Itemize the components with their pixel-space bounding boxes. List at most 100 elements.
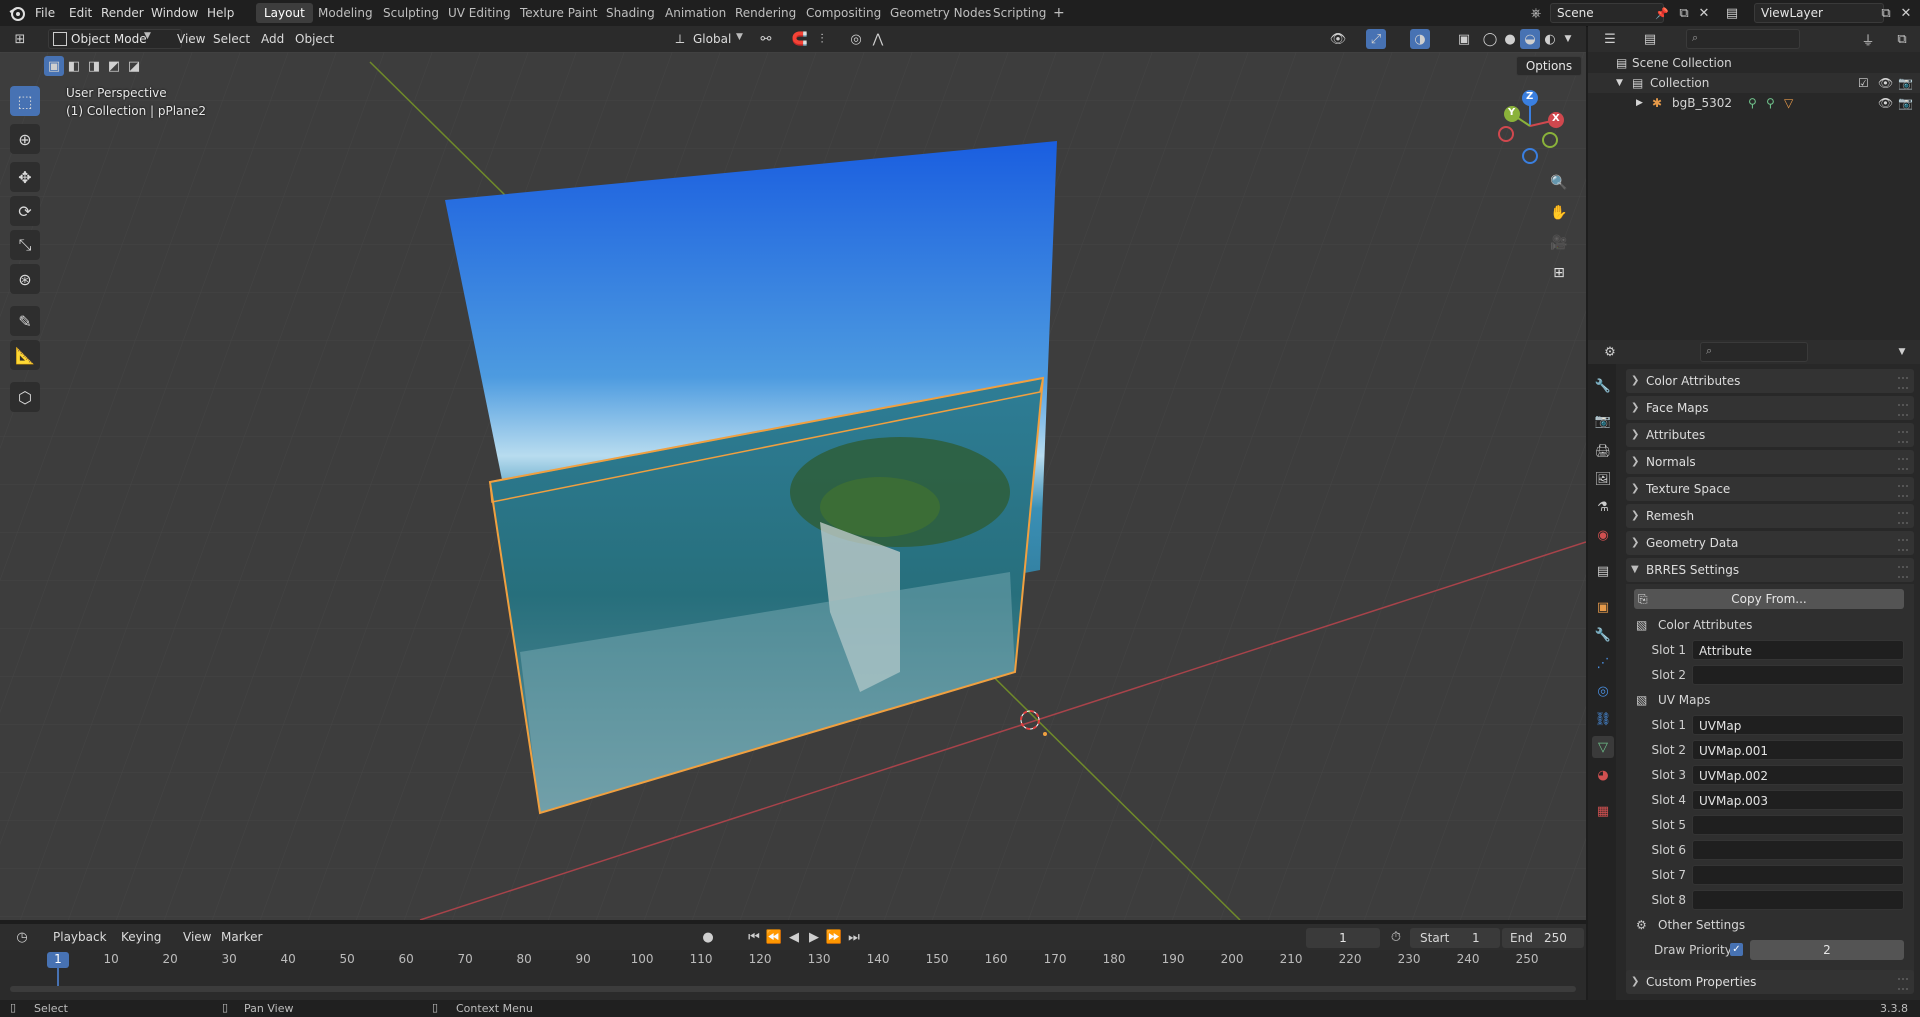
texture-tab-icon[interactable]: ▦ <box>1592 800 1614 822</box>
orientation-selector[interactable]: Global <box>686 26 738 52</box>
menu-help[interactable]: Help <box>200 0 241 26</box>
gizmo-toggle-icon[interactable]: ⤢ <box>1366 29 1386 49</box>
new-collection-icon[interactable]: ⧉ <box>1892 29 1912 49</box>
menu-render[interactable]: Render <box>94 0 151 26</box>
properties-editor-icon[interactable]: ⚙ <box>1600 342 1620 362</box>
object-tab-icon[interactable]: ▣ <box>1592 596 1614 618</box>
copy-from-button[interactable]: Copy From... <box>1634 589 1904 609</box>
play-reverse-icon[interactable]: ◀ <box>784 927 804 947</box>
shading-options-icon[interactable]: ▼ <box>1558 29 1578 49</box>
select-intersect-icon[interactable]: ◪ <box>124 56 144 76</box>
tab-animation[interactable]: Animation <box>657 3 734 23</box>
menu-window[interactable]: Window <box>144 0 205 26</box>
render-camera-icon[interactable]: 📷 <box>1898 73 1913 93</box>
overlay-toggle-icon[interactable]: ◑ <box>1410 29 1430 49</box>
mesh-data-icon[interactable]: ▽ <box>1784 93 1793 113</box>
outliner-search-input[interactable] <box>1686 29 1800 49</box>
drag-grip-icon[interactable] <box>1898 512 1908 524</box>
outliner-row-bgb-5302[interactable]: ▶ ✱ bgB_5302 ⚲ ⚲ ▽ 👁 📷 <box>1588 93 1920 113</box>
add-workspace-button[interactable]: + <box>1045 3 1073 23</box>
cursor-tool[interactable]: ⊕ <box>10 124 40 154</box>
visibility-toggle-icon[interactable]: 👁 <box>1328 29 1348 49</box>
snap-icon[interactable]: 🧲 <box>790 29 810 49</box>
annotate-tool[interactable]: ✎ <box>10 306 40 336</box>
panel-texture-space[interactable]: ❯ Texture Space <box>1626 477 1914 501</box>
select-subtract-icon[interactable]: ◨ <box>84 56 104 76</box>
tool-tab-icon[interactable]: 🔧 <box>1592 375 1614 397</box>
bone-icon[interactable]: ⚲ <box>1766 93 1775 113</box>
view-layer-field[interactable]: ViewLayer <box>1754 3 1884 23</box>
timeline-menu-marker[interactable]: Marker <box>214 924 269 950</box>
stopwatch-icon[interactable]: ⏱ <box>1386 927 1406 947</box>
render-tab-icon[interactable]: 📷 <box>1592 410 1614 432</box>
timeline-scrollbar[interactable] <box>10 986 1576 992</box>
editor-type-icon[interactable]: ⊞ <box>10 29 30 49</box>
material-tab-icon[interactable]: ◕ <box>1592 764 1614 786</box>
mode-selector[interactable]: Object Mode <box>48 29 182 49</box>
3d-viewport[interactable] <box>0 52 1586 920</box>
blender-logo-icon[interactable] <box>8 4 26 22</box>
wireframe-shading-icon[interactable]: ◯ <box>1480 29 1500 49</box>
drag-grip-icon[interactable] <box>1898 431 1908 443</box>
select-invert-icon[interactable]: ◩ <box>104 56 124 76</box>
world-tab-icon[interactable]: ◉ <box>1592 524 1614 546</box>
panel-color-attributes[interactable]: ❯ Color Attributes <box>1626 369 1914 393</box>
tab-sculpting[interactable]: Sculpting <box>375 3 447 23</box>
scene-name-field[interactable]: Scene <box>1550 3 1664 23</box>
mesh-data-tab-icon[interactable]: ▽ <box>1592 736 1614 758</box>
panel-remesh[interactable]: ❯ Remesh <box>1626 504 1914 528</box>
outliner-display-mode-icon[interactable]: ▤ <box>1640 29 1660 49</box>
new-view-layer-icon[interactable]: ⧉ <box>1876 3 1896 23</box>
vp-menu-select[interactable]: Select <box>206 26 257 52</box>
timeline-menu-playback[interactable]: Playback <box>46 924 114 950</box>
drag-grip-icon[interactable] <box>1898 539 1908 551</box>
move-tool[interactable]: ✥ <box>10 162 40 192</box>
panel-attributes[interactable]: ❯ Attributes <box>1626 423 1914 447</box>
new-scene-icon[interactable]: ⧉ <box>1674 3 1694 23</box>
outliner-row-scene-collection[interactable]: ▤ Scene Collection <box>1588 53 1920 73</box>
draw-priority-field[interactable]: 2 <box>1750 940 1904 960</box>
checkbox-icon[interactable]: ☑ <box>1858 73 1869 93</box>
particles-tab-icon[interactable]: ⋰ <box>1592 652 1614 674</box>
tab-texture-paint[interactable]: Texture Paint <box>512 3 605 23</box>
tab-layout[interactable]: Layout <box>256 3 313 23</box>
drag-grip-icon[interactable] <box>1898 566 1908 578</box>
select-box-mode-icon[interactable]: ▣ <box>44 56 64 76</box>
timeline-menu-view[interactable]: View <box>176 924 218 950</box>
uv-slot-4-field[interactable]: UVMap.003 <box>1692 790 1904 810</box>
vp-menu-add[interactable]: Add <box>254 26 291 52</box>
select-box-tool[interactable]: ⬚ <box>10 86 40 116</box>
camera-icon[interactable]: 🎥 <box>1546 230 1572 256</box>
prev-keyframe-icon[interactable]: ⏪ <box>764 927 784 947</box>
eye-icon[interactable]: 👁 <box>1878 93 1893 113</box>
transform-tool[interactable]: ⊛ <box>10 264 40 294</box>
expand-arrow-icon[interactable]: ▼ <box>1616 73 1623 93</box>
uv-slot-5-field[interactable] <box>1692 815 1904 835</box>
delete-view-layer-icon[interactable]: ✕ <box>1896 3 1916 23</box>
menu-file[interactable]: File <box>28 0 62 26</box>
uv-slot-3-field[interactable]: UVMap.002 <box>1692 765 1904 785</box>
vp-menu-object[interactable]: Object <box>288 26 341 52</box>
panel-custom-properties[interactable]: ❯ Custom Properties <box>1626 970 1914 994</box>
pan-hand-icon[interactable]: ✋ <box>1546 200 1572 226</box>
view-layer-tab-icon[interactable]: 🖼 <box>1592 468 1614 490</box>
expand-arrow-icon[interactable]: ▶ <box>1636 93 1643 113</box>
drag-grip-icon[interactable] <box>1898 404 1908 416</box>
color-slot-2-field[interactable] <box>1692 665 1904 685</box>
pin-icon[interactable]: 📌 <box>1652 3 1672 23</box>
collection-tab-icon[interactable]: ▤ <box>1592 560 1614 582</box>
panel-normals[interactable]: ❯ Normals <box>1626 450 1914 474</box>
delete-scene-icon[interactable]: ✕ <box>1694 3 1714 23</box>
render-camera-icon[interactable]: 📷 <box>1898 93 1913 113</box>
tab-compositing[interactable]: Compositing <box>798 3 889 23</box>
proportional-edit-icon[interactable]: ◎ <box>846 29 866 49</box>
properties-search-input[interactable] <box>1700 342 1808 362</box>
falloff-icon[interactable]: ⋀ <box>868 29 888 49</box>
timeline-editor-icon[interactable]: ◷ <box>12 927 32 947</box>
uv-slot-2-field[interactable]: UVMap.001 <box>1692 740 1904 760</box>
tab-shading[interactable]: Shading <box>598 3 663 23</box>
panel-geometry-data[interactable]: ❯ Geometry Data <box>1626 531 1914 555</box>
play-icon[interactable]: ▶ <box>804 927 824 947</box>
outliner-editor-icon[interactable]: ☰ <box>1600 29 1620 49</box>
current-frame-field[interactable]: 1 <box>1306 928 1380 948</box>
